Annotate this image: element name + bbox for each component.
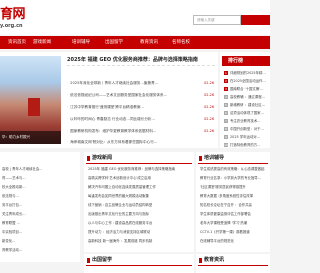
news-row[interactable]: · 海岸城南文网'院对比：从东方体系看那些国际中心行… <box>67 137 215 148</box>
rank-number: 2 <box>224 79 228 83</box>
site-logo[interactable]: 育网 y.org.cn <box>0 8 40 32</box>
rank-number: 1 <box>224 71 228 75</box>
bullet-icon: · <box>67 117 69 121</box>
rank-item-title: 2025 学年运动对… <box>230 135 261 139</box>
news-date: 02-26 <box>204 105 214 109</box>
list-item[interactable]: 务平台打包... <box>2 201 78 210</box>
news-row[interactable]: · 2025年深化全球新丨青年人才继续社会服务…聚焦青… 02-26 <box>67 78 215 89</box>
list-item[interactable]: 老年大学课程受追捧 '学习'热潮 <box>200 219 268 228</box>
list-item[interactable]: 提升动力 ：经济活力与消费支持区域联动 <box>88 228 192 237</box>
nav-item-game-news[interactable]: 游戏新闻 <box>33 36 51 49</box>
news-date: 02-26 <box>204 81 214 85</box>
list-item[interactable]: '社区课堂'服务居民获得感提升 <box>200 183 268 192</box>
section-title-game-news[interactable]: 游戏新闻 <box>86 153 192 164</box>
list-item[interactable]: 新变化... <box>2 237 78 246</box>
list-item[interactable]: 依法规与... <box>2 192 78 201</box>
list-item[interactable]: 中实验项目... <box>2 228 78 237</box>
rank-number: 7 <box>224 119 228 123</box>
rank-number: 6 <box>224 111 228 115</box>
news-title: 国家教研机构发布：维护华夏教育教学体系依据材料… <box>70 129 157 133</box>
slider-image[interactable]: 华：助力乡村振兴 <box>0 56 61 144</box>
bullet-icon: · <box>67 140 69 144</box>
rank-item-title: 详细规划的2025年精… <box>230 71 266 75</box>
list-item[interactable]: 2025年 福建 GEO 优化服务商推荐：品牌与选择策略指南 <box>88 165 192 174</box>
list-item[interactable]: 高新科技 新一届海外 ：发展双链 同步机制 <box>88 237 192 246</box>
news-row[interactable]: · 依法依规经纪公司——艺术文创服务型国家社会化服务体系… 02-26 <box>67 90 215 101</box>
list-item[interactable]: 线下营销 : 自主品牌企业与运动员结构转型 <box>88 201 192 210</box>
main-nav: 资讯首页 游戏新闻 培训辅导 出国留学 教育资讯 名师名校 <box>0 36 270 49</box>
news-row[interactable]: · 江苏中学教育推行'遥测课堂'跨平台精准教案… 02-26 <box>67 102 215 113</box>
list-item[interactable]: 关注青年成长... <box>2 210 78 219</box>
rank-item-title: 新增教研 ：建设社区… <box>230 103 265 107</box>
rank-number: 5 <box>224 103 228 107</box>
news-title: 2025年深化全球新丨青年人才继续社会服务…聚焦青… <box>70 81 159 85</box>
list-item[interactable]: 在线辅导平台的规范化 <box>200 237 268 246</box>
nav-item-famous-schools[interactable]: 名师名校 <box>172 36 190 49</box>
rank-number: 4 <box>224 95 228 99</box>
list-item[interactable]: 解决汽车问题上自动化连续发展质量管理工作 <box>88 183 192 192</box>
feature-headline[interactable]: 2025年 福建 GEO 优化服务商推荐：品牌与选择策略指南 <box>67 55 215 66</box>
rank-item[interactable]: 10 打造特色教育的方… <box>222 140 270 150</box>
news-row[interactable]: · 国家教研机构发布：维护华夏教育教学体系依据材料… 02-26 <box>67 126 215 137</box>
list-item[interactable]: 教育大数据 :多角度系统性评估改革 <box>200 192 268 201</box>
rank-item-title: 高校教辅 ：通过课程… <box>230 95 265 99</box>
logo-domain: y.org.cn <box>0 23 23 29</box>
bullet-icon: · <box>67 105 69 109</box>
section-title-study-abroad[interactable]: 出国留学 <box>86 255 192 266</box>
bullet-icon: · <box>67 129 69 133</box>
news-date: 02-26 <box>204 93 214 97</box>
section-title-edu-news[interactable]: 教育资讯 <box>198 255 268 266</box>
list-item[interactable]: 高精尖跨学科'艺术创新设计中心'成立启用 <box>88 174 192 183</box>
list-item[interactable]: 每逢发布会如同世界的最大规模活动聚集 <box>88 192 192 201</box>
list-item[interactable]: 育教学活动... <box>2 246 78 255</box>
rank-item-title: 这项活动体现了国家… <box>230 111 264 115</box>
nav-item-home[interactable]: 资讯首页 <box>8 36 26 49</box>
list-item[interactable]: 学生体质健康监测评估工作部署会 <box>200 210 268 219</box>
rank-number: 8 <box>224 127 228 131</box>
rank-item-title: 打造特色教育的方… <box>230 143 261 147</box>
news-date: 02-26 <box>204 129 214 133</box>
bullet-icon: · <box>67 93 69 97</box>
search-button[interactable] <box>241 15 270 25</box>
list-item[interactable]: 育——艺术与... <box>2 174 78 183</box>
news-title: 依法依规经纪公司——艺术文创服务型国家社会化服务体系… <box>70 93 168 97</box>
news-row[interactable]: · 以咔咔的时间心 青春励志 行业动态…同比增长分析… 02-26 <box>67 114 215 125</box>
news-title: 江苏中学教育推行'遥测课堂'跨平台精准教案… <box>70 105 145 109</box>
list-item[interactable]: 教育联盟 ... <box>2 219 78 228</box>
news-title: 以咔咔的时间心 青春励志 行业动态…同比增长分析… <box>70 117 156 121</box>
list-item[interactable]: 高校 | 青年人才继续社会... <box>2 165 78 174</box>
list-item[interactable]: 校大全推动新... <box>2 183 78 192</box>
rank-number: 3 <box>224 87 228 91</box>
list-item[interactable]: 出版推出青年文化行业的主要方向与指标 <box>88 210 192 219</box>
logo-text: 育网 <box>0 7 26 22</box>
section-title-training[interactable]: 培训辅导 <box>198 153 268 164</box>
nav-item-edu-news[interactable]: 教育资讯 <box>140 36 158 49</box>
news-title: 海岸城南文网'院对比：从东方体系看那些国际中心行… <box>70 140 158 144</box>
news-date: 02-26 <box>204 117 214 121</box>
list-item[interactable]: 学生成绩提高的有效策略：从心态调整做起 <box>200 165 268 174</box>
rank-item-title: 国南联合 '十国文摘'… <box>230 87 264 91</box>
list-item[interactable]: 教育行业名录：小学到大学的专业指导… <box>200 174 268 183</box>
slider-caption: 华：助力乡村振兴 <box>0 131 61 144</box>
search-input[interactable]: 请输入关键 <box>193 15 241 25</box>
bullet-icon: · <box>67 81 69 85</box>
list-item[interactable]: 以人与中心工作 : 建设高品质在线服务平台 <box>88 219 192 228</box>
list-item[interactable]: CCTV-1《开学第一课》观看报道 <box>200 228 268 237</box>
nav-item-study-abroad[interactable]: 出国留学 <box>105 36 123 49</box>
rank-item-title: 中国开创新型：对于… <box>230 127 264 131</box>
flag-shape <box>28 98 40 116</box>
rank-title: 排行榜 <box>222 56 270 66</box>
nav-item-training[interactable]: 培训辅导 <box>72 36 90 49</box>
list-item[interactable]: 知名校长论坛在宁召开 ：合作共赢 <box>200 201 268 210</box>
rank-item-title: 专注农业教育技术… <box>230 119 261 123</box>
site-header: 育网 y.org.cn 请输入关键 <box>0 0 270 35</box>
rank-number: 10 <box>224 143 228 147</box>
rank-number: 9 <box>224 135 228 139</box>
rank-item-title: 在2025全国活动运作… <box>230 79 266 83</box>
